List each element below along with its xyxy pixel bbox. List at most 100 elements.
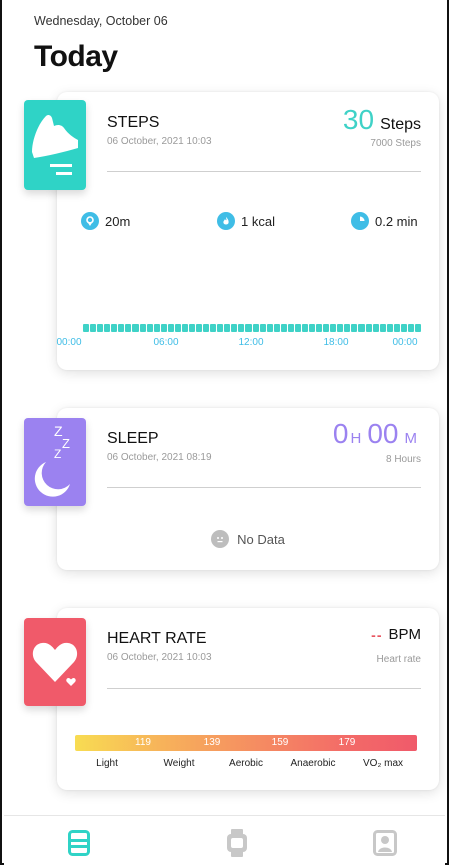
zone-label: Aerobic bbox=[229, 758, 263, 769]
step-bar bbox=[203, 324, 210, 332]
tab-device[interactable] bbox=[222, 828, 252, 858]
step-bar bbox=[83, 324, 90, 332]
step-bar bbox=[400, 324, 407, 332]
steps-goal: 7000 Steps bbox=[370, 138, 421, 149]
step-bar bbox=[188, 324, 195, 332]
heart-rate-value: -- BPM bbox=[371, 626, 421, 643]
step-bar bbox=[111, 324, 118, 332]
step-bar bbox=[132, 324, 139, 332]
tab-today[interactable] bbox=[64, 828, 94, 858]
heart-rate-title: HEART RATE bbox=[107, 630, 207, 647]
steps-unit: Steps bbox=[380, 116, 421, 133]
step-bar bbox=[245, 324, 252, 332]
page-title: Today bbox=[34, 40, 118, 73]
clock-icon bbox=[351, 212, 369, 230]
step-bar bbox=[210, 324, 217, 332]
zone-threshold: 119 bbox=[135, 737, 151, 748]
step-bar bbox=[280, 324, 287, 332]
step-bar bbox=[351, 324, 358, 332]
sleep-timestamp: 06 October, 2021 08:19 bbox=[107, 452, 212, 463]
heart-icon bbox=[32, 642, 78, 686]
time-tick: 00:00 bbox=[56, 337, 82, 348]
no-data-label: No Data bbox=[237, 531, 285, 547]
calories-stat: 1 kcal bbox=[217, 212, 275, 230]
step-bar bbox=[252, 324, 259, 332]
sleep-no-data: No Data bbox=[57, 530, 439, 548]
steps-hourly-chart bbox=[83, 324, 421, 332]
list-card-icon bbox=[68, 830, 90, 856]
step-bar bbox=[139, 324, 146, 332]
calories-value: 1 kcal bbox=[241, 213, 275, 229]
sneaker-icon bbox=[32, 114, 78, 175]
step-bar bbox=[125, 324, 132, 332]
step-bar bbox=[379, 324, 386, 332]
sleep-minutes: 00 bbox=[367, 418, 399, 449]
steps-tile bbox=[24, 100, 86, 190]
step-bar bbox=[118, 324, 125, 332]
step-bar bbox=[273, 324, 280, 332]
step-bar bbox=[365, 324, 372, 332]
step-bar bbox=[386, 324, 393, 332]
step-bar bbox=[97, 324, 104, 332]
step-bar bbox=[259, 324, 266, 332]
sleep-divider bbox=[107, 487, 421, 488]
distance-stat: 20m bbox=[81, 212, 130, 230]
zone-threshold: 179 bbox=[338, 737, 356, 748]
step-bar bbox=[174, 324, 181, 332]
screen-frame: Wednesday, October 06 Today STEPS 06 Oct… bbox=[0, 0, 449, 865]
duration-value: 0.2 min bbox=[375, 213, 418, 229]
zone-label: Anaerobic bbox=[290, 758, 336, 769]
sleep-card[interactable]: SLEEP 06 October, 2021 08:19 0 H 00 M 8 … bbox=[57, 408, 439, 570]
step-bar bbox=[323, 324, 330, 332]
bottom-tab-bar bbox=[4, 815, 445, 865]
step-bar bbox=[167, 324, 174, 332]
heart-rate-card[interactable]: HEART RATE 06 October, 2021 10:03 -- BPM… bbox=[57, 608, 439, 790]
step-bar bbox=[330, 324, 337, 332]
time-tick: 12:00 bbox=[238, 337, 264, 348]
steps-time-axis: 00:00 06:00 12:00 18:00 00:00 bbox=[56, 337, 421, 351]
steps-card[interactable]: STEPS 06 October, 2021 10:03 30 Steps 70… bbox=[56, 92, 439, 370]
date-label: Wednesday, October 06 bbox=[34, 14, 168, 28]
step-bar bbox=[196, 324, 203, 332]
step-bar bbox=[231, 324, 238, 332]
step-bar bbox=[104, 324, 111, 332]
tab-profile[interactable] bbox=[370, 828, 400, 858]
person-icon bbox=[373, 830, 397, 856]
duration-stat: 0.2 min bbox=[351, 212, 418, 230]
step-bar bbox=[407, 324, 414, 332]
zone-threshold: 159 bbox=[271, 737, 289, 748]
step-bar bbox=[160, 324, 167, 332]
sleep-title: SLEEP bbox=[107, 430, 159, 447]
sleep-hours-unit: H bbox=[350, 430, 362, 447]
zone-label: Light bbox=[96, 758, 118, 769]
step-bar bbox=[358, 324, 365, 332]
time-tick: 06:00 bbox=[153, 337, 179, 348]
sleep-minutes-unit: M bbox=[404, 430, 418, 447]
step-bar bbox=[238, 324, 245, 332]
steps-value: 30 Steps bbox=[343, 106, 421, 134]
step-bar bbox=[344, 324, 351, 332]
distance-value: 20m bbox=[105, 213, 131, 229]
flame-icon bbox=[217, 212, 235, 230]
step-bar bbox=[301, 324, 308, 332]
time-tick: 18:00 bbox=[323, 337, 349, 348]
neutral-face-icon bbox=[211, 530, 230, 548]
steps-count: 30 bbox=[342, 104, 375, 135]
step-bar bbox=[181, 324, 188, 332]
step-bar bbox=[287, 324, 294, 332]
step-bar bbox=[146, 324, 153, 332]
sleep-duration: 0 H 00 M bbox=[333, 418, 421, 450]
step-bar bbox=[316, 324, 323, 332]
sleep-hours: 0 bbox=[332, 418, 349, 449]
step-bar bbox=[224, 324, 231, 332]
steps-timestamp: 06 October, 2021 10:03 bbox=[107, 136, 212, 147]
zone-label: Weight bbox=[163, 758, 195, 769]
location-pin-icon bbox=[81, 212, 99, 230]
step-bar bbox=[153, 324, 160, 332]
svg-text:Z: Z bbox=[62, 436, 70, 451]
heart-zone-bar bbox=[75, 735, 417, 751]
sleep-goal: 8 Hours bbox=[385, 454, 421, 465]
step-bar bbox=[372, 324, 379, 332]
moon-zzz-icon: Z Z Z bbox=[34, 423, 70, 497]
bpm-value: -- bbox=[371, 626, 383, 643]
